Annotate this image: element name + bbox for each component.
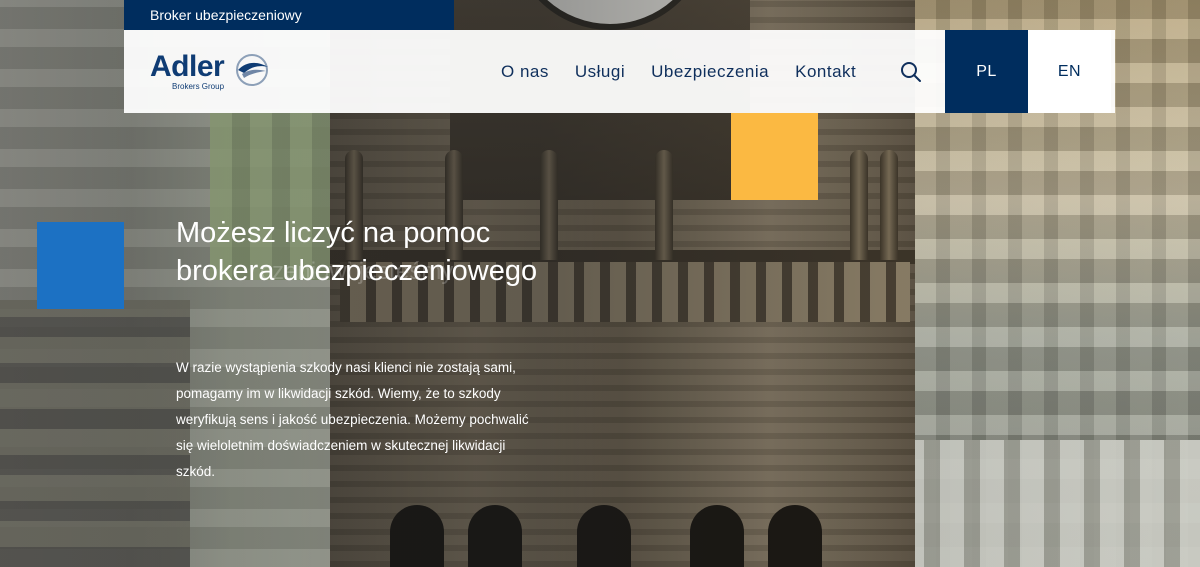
logo-wordmark: Adler: [150, 50, 225, 83]
nav-item-uslugi[interactable]: Usługi: [562, 62, 638, 82]
top-tagline-bar: Broker ubezpieczeniowy: [124, 0, 454, 30]
tagline-text: Broker ubezpieczeniowy: [150, 7, 302, 23]
nav-item-kontakt[interactable]: Kontakt: [782, 62, 869, 82]
language-pl-button[interactable]: PL: [945, 30, 1028, 113]
main-nav: O nas Usługi Ubezpieczenia Kontakt: [488, 30, 869, 113]
decorative-yellow-square: [731, 113, 818, 200]
hero-heading: Możesz liczyć na pomoc brokera ubezpiecz…: [176, 217, 538, 287]
search-icon[interactable]: [900, 61, 922, 83]
logo-subtitle: Brokers Group: [172, 82, 225, 91]
eagle-wing-logo-icon: [236, 54, 268, 86]
decorative-blue-square: [37, 222, 124, 309]
nav-item-ubezpieczenia[interactable]: Ubezpieczenia: [638, 62, 782, 82]
language-en-button[interactable]: EN: [1028, 30, 1111, 113]
logo[interactable]: Adler Brokers Group: [150, 50, 280, 94]
site-header: Adler Brokers Group O nas Usługi Ubezpie…: [124, 30, 1115, 113]
nav-item-o-nas[interactable]: O nas: [488, 62, 562, 82]
hero-description: W razie wystąpienia szkody nasi klienci …: [176, 360, 529, 479]
